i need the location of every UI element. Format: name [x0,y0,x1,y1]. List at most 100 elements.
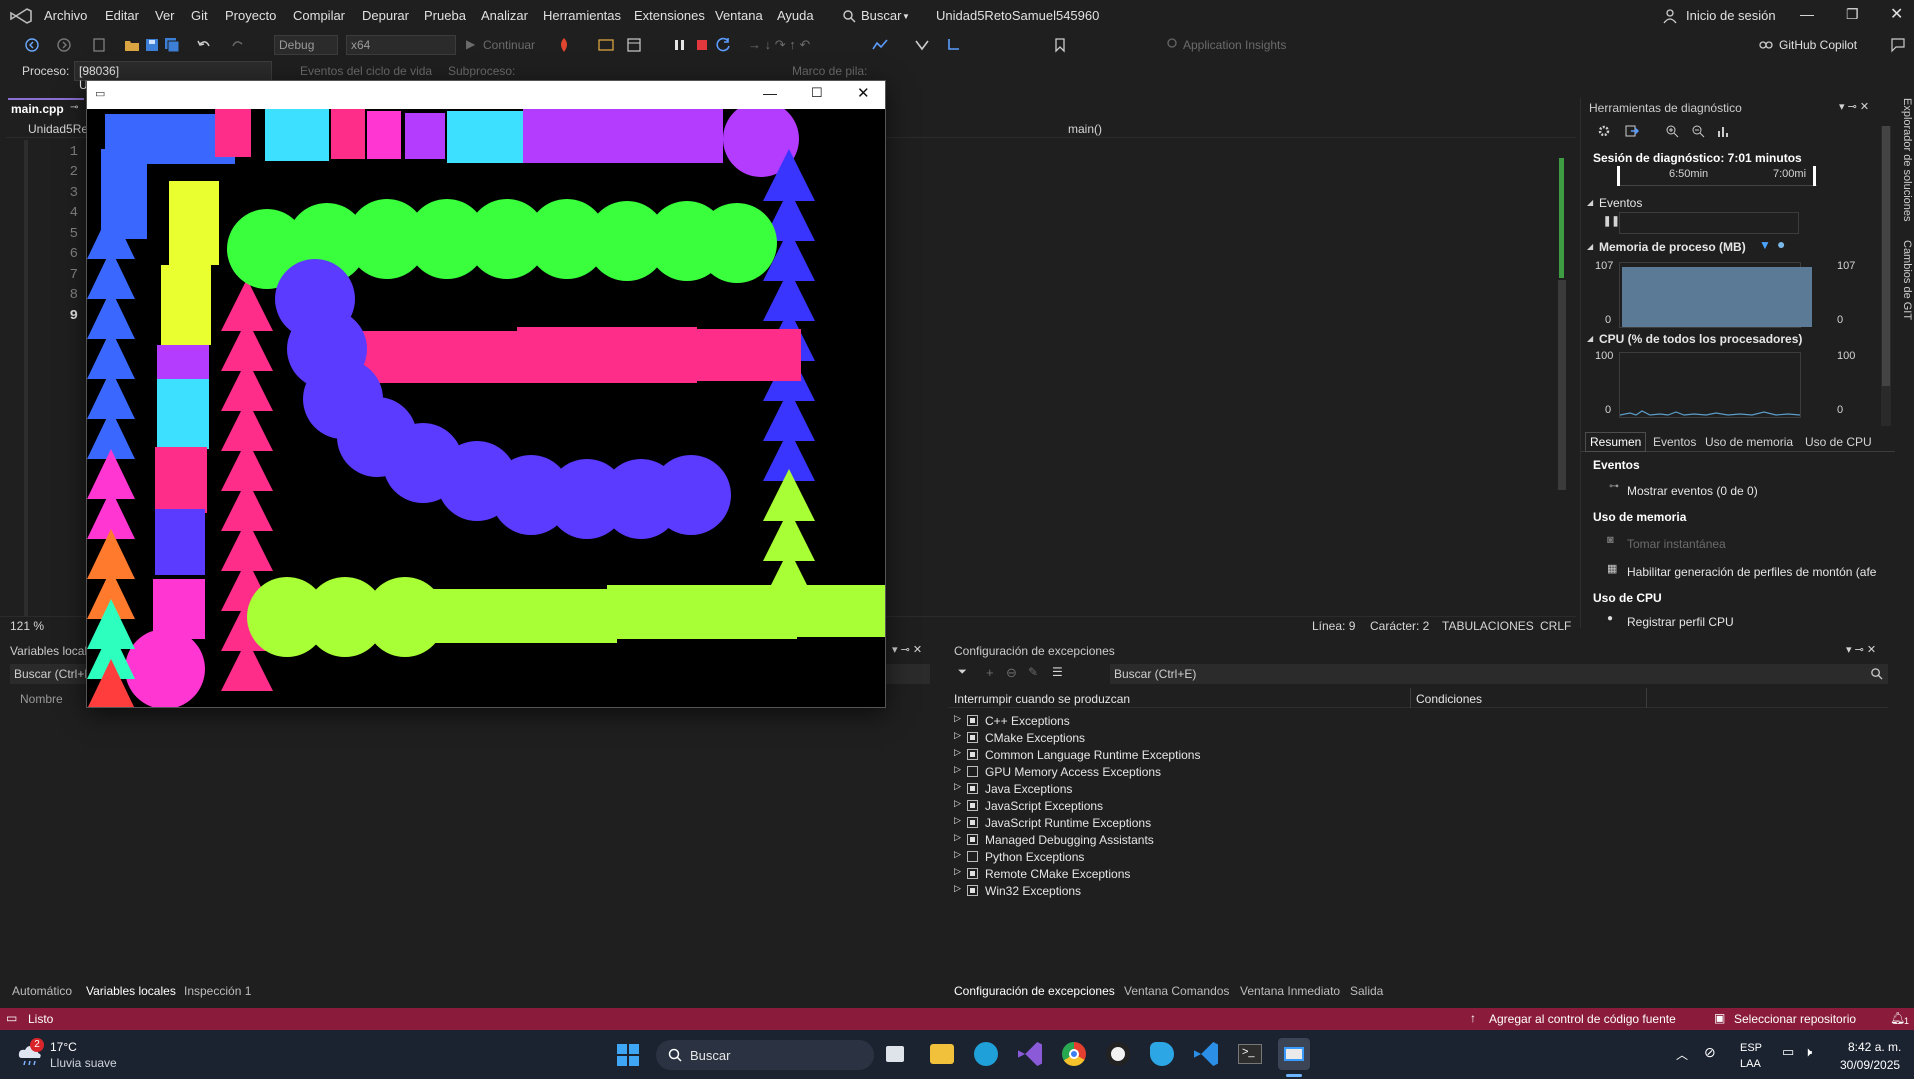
code-map-icon[interactable] [914,37,930,53]
save-all-icon[interactable] [164,37,180,53]
list-icon[interactable]: ☰ [1052,665,1063,679]
undo-icon[interactable] [196,37,212,53]
filter-icon[interactable]: ⏷ [958,666,967,679]
redo-icon[interactable] [230,37,246,53]
person-icon[interactable] [1662,8,1678,24]
minimize-icon[interactable]: — [763,85,777,101]
obs-app-icon[interactable] [1106,1042,1130,1066]
display-icon[interactable]: ▭ [1782,1044,1794,1060]
lang-primary[interactable]: ESP [1740,1042,1762,1054]
visual-studio-app-icon[interactable] [1018,1042,1042,1066]
exception-checkbox[interactable] [967,783,978,794]
take-snapshot-button[interactable]: Tomar instantánea [1627,537,1726,551]
hot-reload-icon[interactable] [556,37,572,53]
exception-checkbox[interactable] [967,715,978,726]
expand-icon[interactable]: ▷ [954,798,961,809]
back-icon[interactable] [24,37,40,53]
zoom-level[interactable]: 121 % [10,619,44,633]
select-repository-button[interactable]: Seleccionar repositorio [1734,1012,1856,1026]
window-layout-icon[interactable] [598,37,614,53]
panel-options-icon[interactable]: ▾ ⊸ ✕ [892,643,922,656]
timeline-start-marker[interactable] [1617,166,1620,186]
pause-icon[interactable] [672,37,688,53]
tab-uso-cpu[interactable]: Uso de CPU [1805,435,1872,449]
tab-variables-locales[interactable]: Variables locales [86,984,176,998]
blue-app-icon[interactable] [1150,1042,1174,1066]
line-indicator[interactable]: Línea: 9 [1312,619,1355,633]
menu-item-git[interactable]: Git [191,8,208,23]
timeline-end-marker[interactable] [1813,166,1816,186]
menu-item-prueba[interactable]: Prueba [424,8,466,23]
chevron-up-icon[interactable]: ︿ [1676,1046,1688,1063]
filter-icon[interactable]: ▼ [1759,238,1771,252]
speaker-mute-icon[interactable]: 🕨︎ [1804,1044,1812,1060]
task-view-icon[interactable] [886,1046,904,1062]
close-icon[interactable]: ✕ [1890,4,1903,24]
add-icon[interactable]: + [986,665,994,680]
github-copilot-button[interactable]: GitHub Copilot [1779,38,1857,52]
exception-row[interactable]: ▷ CMake Exceptions [948,729,1648,746]
exception-checkbox[interactable] [967,766,978,777]
menu-item-depurar[interactable]: Depurar [362,8,409,23]
tab-resumen[interactable]: Resumen [1585,432,1647,452]
eol-indicator[interactable]: CRLF [1540,619,1571,633]
exception-checkbox[interactable] [967,732,978,743]
expand-icon[interactable]: ▷ [954,730,961,741]
menu-item-ver[interactable]: Ver [155,8,175,23]
step-into-icon[interactable] [946,37,962,53]
expand-icon[interactable]: ▷ [954,764,961,775]
copilot-icon[interactable] [1758,37,1774,53]
menu-item-herramientas[interactable]: Herramientas [543,8,621,23]
graphics-canvas[interactable] [87,109,885,707]
scroll-thumb[interactable] [1558,280,1566,490]
tab-output[interactable]: Salida [1350,984,1383,998]
menu-item-ayuda[interactable]: Ayuda [777,8,814,23]
restart-icon[interactable] [716,37,732,53]
restore-icon[interactable]: ❐ [1846,6,1859,23]
zoom-out-icon[interactable] [1691,124,1705,138]
side-tab-git-changes[interactable]: Cambios de GIT [1893,240,1913,330]
pin-icon[interactable]: ⊸ [70,102,78,113]
close-icon[interactable]: ✕ [857,84,870,102]
tabs-indicator[interactable]: TABULACIONES [1442,619,1534,633]
exception-row[interactable]: ▷ Java Exceptions [948,780,1648,797]
taskbar-search-input[interactable]: Buscar [656,1040,874,1070]
expand-icon[interactable]: ▷ [954,815,961,826]
expand-icon[interactable]: ▷ [954,849,961,860]
maximize-icon[interactable]: ☐ [811,85,823,101]
exception-checkbox[interactable] [967,851,978,862]
diagnostics-icon[interactable] [872,37,888,53]
bar-chart-icon[interactable] [1717,124,1731,138]
lifecycle-events-button[interactable]: Eventos del ciclo de vida [300,64,432,78]
application-insights-button[interactable]: Application Insights [1183,38,1286,52]
panel-options-icon[interactable]: ▾ ⊸ ✕ [1839,100,1869,113]
vertical-scrollbar[interactable] [1556,144,1568,606]
menu-item-archivo[interactable]: Archivo [44,8,87,23]
expand-icon[interactable]: ▷ [954,883,961,894]
exception-checkbox[interactable] [967,834,978,845]
bookmark-icon[interactable] [1052,37,1068,53]
wifi-off-icon[interactable]: ⊘ [1704,1044,1716,1061]
record-cpu-profile-button[interactable]: Registrar perfil CPU [1627,615,1734,629]
exception-row[interactable]: ▷ C++ Exceptions [948,712,1648,729]
tab-exception-settings[interactable]: Configuración de excepciones [954,984,1115,998]
scroll-thumb[interactable] [1882,126,1890,386]
exception-checkbox[interactable] [967,868,978,879]
show-events-link[interactable]: Mostrar eventos (0 de 0) [1627,484,1758,498]
char-indicator[interactable]: Carácter: 2 [1370,619,1429,633]
tab-main-cpp[interactable]: main.cpp ⊸ [8,98,84,118]
menu-item-ventana[interactable]: Ventana [715,8,763,23]
tab-eventos[interactable]: Eventos [1653,435,1696,449]
lang-secondary[interactable]: LAA [1740,1058,1761,1070]
menu-item-compilar[interactable]: Compilar [293,8,345,23]
vscode-app-icon[interactable] [1194,1042,1218,1066]
add-to-source-control-button[interactable]: Agregar al control de código fuente [1489,1012,1676,1026]
search-icon[interactable] [1870,667,1883,680]
zoom-in-icon[interactable] [1665,124,1679,138]
expand-icon[interactable]: ▷ [954,781,961,792]
tab-uso-memoria[interactable]: Uso de memoria [1705,435,1793,449]
clock-date[interactable]: 30/09/2025 [1840,1058,1900,1072]
exception-row[interactable]: ▷ JavaScript Exceptions [948,797,1648,814]
file-explorer-icon[interactable] [930,1044,954,1064]
configuration-select[interactable]: Debug [274,35,338,55]
